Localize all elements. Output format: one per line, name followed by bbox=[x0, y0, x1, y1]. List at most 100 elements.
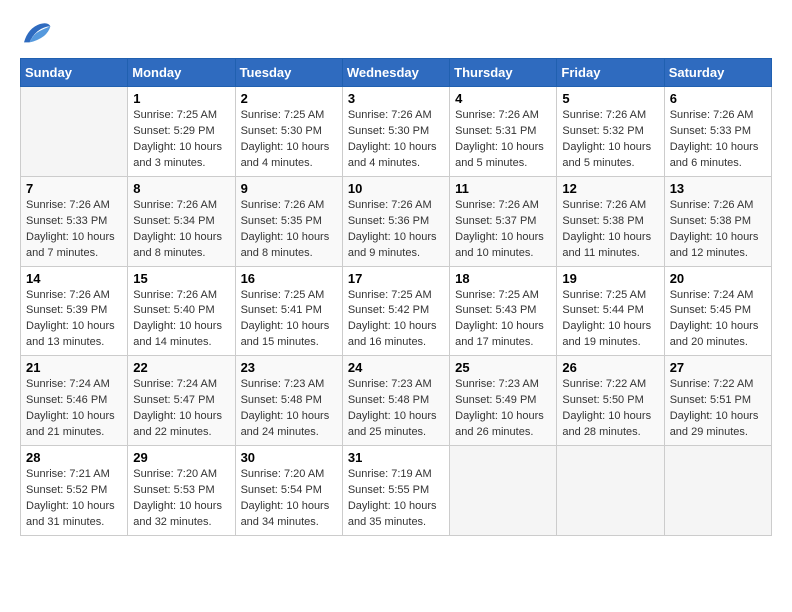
logo-bird-icon bbox=[20, 20, 52, 48]
column-header-friday: Friday bbox=[557, 59, 664, 87]
calendar-cell: 7 Sunrise: 7:26 AM Sunset: 5:33 PM Daylig… bbox=[21, 176, 128, 266]
calendar-cell bbox=[450, 446, 557, 536]
day-number: 3 bbox=[348, 91, 444, 106]
calendar-week-4: 21 Sunrise: 7:24 AM Sunset: 5:46 PM Dayli… bbox=[21, 356, 772, 446]
day-info: Sunrise: 7:26 AM Sunset: 5:33 PM Dayligh… bbox=[26, 198, 122, 262]
day-info: Sunrise: 7:25 AM Sunset: 5:44 PM Dayligh… bbox=[562, 288, 658, 352]
day-number: 5 bbox=[562, 91, 658, 106]
day-number: 7 bbox=[26, 181, 122, 196]
calendar-cell: 4Sunrise: 7:26 AM Sunset: 5:31 PM Daylig… bbox=[450, 87, 557, 177]
day-number: 12 bbox=[562, 181, 658, 196]
page-header bbox=[20, 20, 772, 48]
calendar-cell: 10 Sunrise: 7:26 AM Sunset: 5:36 PM Dayli… bbox=[342, 176, 449, 266]
day-info: Sunrise: 7:21 AM Sunset: 5:52 PM Dayligh… bbox=[26, 467, 122, 531]
day-info: Sunrise: 7:25 AM Sunset: 5:30 PM Dayligh… bbox=[241, 108, 337, 172]
day-number: 16 bbox=[241, 271, 337, 286]
calendar-week-1: 1 Sunrise: 7:25 AM Sunset: 5:29 PM Daylig… bbox=[21, 87, 772, 177]
calendar-week-3: 14 Sunrise: 7:26 AM Sunset: 5:39 PM Dayli… bbox=[21, 266, 772, 356]
day-number: 20 bbox=[670, 271, 766, 286]
calendar-cell: 2 Sunrise: 7:25 AM Sunset: 5:30 PM Daylig… bbox=[235, 87, 342, 177]
day-number: 28 bbox=[26, 450, 122, 465]
calendar-cell: 31 Sunrise: 7:19 AM Sunset: 5:55 PM Dayli… bbox=[342, 446, 449, 536]
day-info: Sunrise: 7:26 AM Sunset: 5:34 PM Dayligh… bbox=[133, 198, 229, 262]
calendar-header-row: SundayMondayTuesdayWednesdayThursdayFrid… bbox=[21, 59, 772, 87]
logo bbox=[20, 20, 56, 48]
day-number: 21 bbox=[26, 360, 122, 375]
column-header-tuesday: Tuesday bbox=[235, 59, 342, 87]
day-number: 26 bbox=[562, 360, 658, 375]
calendar-cell: 13Sunrise: 7:26 AM Sunset: 5:38 PM Dayli… bbox=[664, 176, 771, 266]
day-info: Sunrise: 7:26 AM Sunset: 5:39 PM Dayligh… bbox=[26, 288, 122, 352]
day-info: Sunrise: 7:26 AM Sunset: 5:40 PM Dayligh… bbox=[133, 288, 229, 352]
calendar-cell: 27 Sunrise: 7:22 AM Sunset: 5:51 PM Dayli… bbox=[664, 356, 771, 446]
day-info: Sunrise: 7:23 AM Sunset: 5:49 PM Dayligh… bbox=[455, 377, 551, 441]
day-number: 25 bbox=[455, 360, 551, 375]
column-header-thursday: Thursday bbox=[450, 59, 557, 87]
calendar-cell: 11 Sunrise: 7:26 AM Sunset: 5:37 PM Dayli… bbox=[450, 176, 557, 266]
day-info: Sunrise: 7:22 AM Sunset: 5:51 PM Dayligh… bbox=[670, 377, 766, 441]
calendar-cell: 14 Sunrise: 7:26 AM Sunset: 5:39 PM Dayli… bbox=[21, 266, 128, 356]
calendar-week-5: 28 Sunrise: 7:21 AM Sunset: 5:52 PM Dayli… bbox=[21, 446, 772, 536]
day-number: 27 bbox=[670, 360, 766, 375]
day-info: Sunrise: 7:24 AM Sunset: 5:46 PM Dayligh… bbox=[26, 377, 122, 441]
day-number: 6 bbox=[670, 91, 766, 106]
day-number: 29 bbox=[133, 450, 229, 465]
day-info: Sunrise: 7:26 AM Sunset: 5:33 PM Dayligh… bbox=[670, 108, 766, 172]
calendar-cell: 26 Sunrise: 7:22 AM Sunset: 5:50 PM Dayli… bbox=[557, 356, 664, 446]
day-info: Sunrise: 7:23 AM Sunset: 5:48 PM Dayligh… bbox=[348, 377, 444, 441]
calendar-cell: 20 Sunrise: 7:24 AM Sunset: 5:45 PM Dayli… bbox=[664, 266, 771, 356]
calendar-cell: 12Sunrise: 7:26 AM Sunset: 5:38 PM Dayli… bbox=[557, 176, 664, 266]
calendar-cell: 23 Sunrise: 7:23 AM Sunset: 5:48 PM Dayli… bbox=[235, 356, 342, 446]
calendar-cell: 15 Sunrise: 7:26 AM Sunset: 5:40 PM Dayli… bbox=[128, 266, 235, 356]
day-info: Sunrise: 7:20 AM Sunset: 5:53 PM Dayligh… bbox=[133, 467, 229, 531]
calendar-cell bbox=[21, 87, 128, 177]
calendar-cell: 19 Sunrise: 7:25 AM Sunset: 5:44 PM Dayli… bbox=[557, 266, 664, 356]
calendar-cell: 16Sunrise: 7:25 AM Sunset: 5:41 PM Dayli… bbox=[235, 266, 342, 356]
day-info: Sunrise: 7:23 AM Sunset: 5:48 PM Dayligh… bbox=[241, 377, 337, 441]
day-number: 15 bbox=[133, 271, 229, 286]
calendar-cell: 8 Sunrise: 7:26 AM Sunset: 5:34 PM Daylig… bbox=[128, 176, 235, 266]
column-header-saturday: Saturday bbox=[664, 59, 771, 87]
day-number: 23 bbox=[241, 360, 337, 375]
day-number: 17 bbox=[348, 271, 444, 286]
calendar-cell: 24 Sunrise: 7:23 AM Sunset: 5:48 PM Dayli… bbox=[342, 356, 449, 446]
column-header-sunday: Sunday bbox=[21, 59, 128, 87]
day-number: 11 bbox=[455, 181, 551, 196]
day-number: 19 bbox=[562, 271, 658, 286]
calendar-cell: 18 Sunrise: 7:25 AM Sunset: 5:43 PM Dayli… bbox=[450, 266, 557, 356]
day-info: Sunrise: 7:26 AM Sunset: 5:38 PM Dayligh… bbox=[670, 198, 766, 262]
day-info: Sunrise: 7:19 AM Sunset: 5:55 PM Dayligh… bbox=[348, 467, 444, 531]
day-info: Sunrise: 7:22 AM Sunset: 5:50 PM Dayligh… bbox=[562, 377, 658, 441]
day-number: 1 bbox=[133, 91, 229, 106]
day-info: Sunrise: 7:25 AM Sunset: 5:29 PM Dayligh… bbox=[133, 108, 229, 172]
day-number: 10 bbox=[348, 181, 444, 196]
day-info: Sunrise: 7:20 AM Sunset: 5:54 PM Dayligh… bbox=[241, 467, 337, 531]
day-info: Sunrise: 7:26 AM Sunset: 5:37 PM Dayligh… bbox=[455, 198, 551, 262]
day-number: 8 bbox=[133, 181, 229, 196]
calendar-table: SundayMondayTuesdayWednesdayThursdayFrid… bbox=[20, 58, 772, 536]
day-number: 14 bbox=[26, 271, 122, 286]
calendar-cell bbox=[557, 446, 664, 536]
calendar-cell bbox=[664, 446, 771, 536]
day-number: 2 bbox=[241, 91, 337, 106]
column-header-monday: Monday bbox=[128, 59, 235, 87]
day-number: 30 bbox=[241, 450, 337, 465]
day-info: Sunrise: 7:26 AM Sunset: 5:36 PM Dayligh… bbox=[348, 198, 444, 262]
calendar-cell: 21 Sunrise: 7:24 AM Sunset: 5:46 PM Dayli… bbox=[21, 356, 128, 446]
calendar-cell: 17Sunrise: 7:25 AM Sunset: 5:42 PM Dayli… bbox=[342, 266, 449, 356]
calendar-cell: 5Sunrise: 7:26 AM Sunset: 5:32 PM Daylig… bbox=[557, 87, 664, 177]
calendar-week-2: 7 Sunrise: 7:26 AM Sunset: 5:33 PM Daylig… bbox=[21, 176, 772, 266]
day-number: 9 bbox=[241, 181, 337, 196]
calendar-cell: 3 Sunrise: 7:26 AM Sunset: 5:30 PM Daylig… bbox=[342, 87, 449, 177]
day-number: 4 bbox=[455, 91, 551, 106]
day-info: Sunrise: 7:25 AM Sunset: 5:43 PM Dayligh… bbox=[455, 288, 551, 352]
day-info: Sunrise: 7:26 AM Sunset: 5:35 PM Dayligh… bbox=[241, 198, 337, 262]
calendar-cell: 6 Sunrise: 7:26 AM Sunset: 5:33 PM Daylig… bbox=[664, 87, 771, 177]
day-number: 24 bbox=[348, 360, 444, 375]
day-info: Sunrise: 7:26 AM Sunset: 5:30 PM Dayligh… bbox=[348, 108, 444, 172]
day-number: 31 bbox=[348, 450, 444, 465]
calendar-cell: 30 Sunrise: 7:20 AM Sunset: 5:54 PM Dayli… bbox=[235, 446, 342, 536]
day-number: 18 bbox=[455, 271, 551, 286]
calendar-cell: 25 Sunrise: 7:23 AM Sunset: 5:49 PM Dayli… bbox=[450, 356, 557, 446]
day-info: Sunrise: 7:24 AM Sunset: 5:45 PM Dayligh… bbox=[670, 288, 766, 352]
